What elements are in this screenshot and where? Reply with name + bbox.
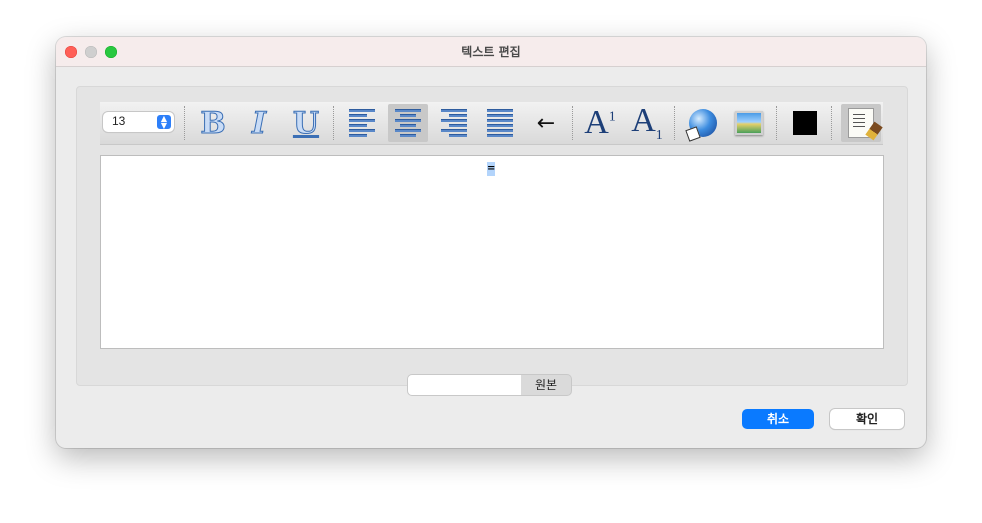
toolbar-separator [184,106,185,140]
toolbar-separator [333,106,334,140]
align-left-button[interactable] [342,104,382,142]
format-toolbar: 13 ▲ ▼ B I U ← A1 A1 [100,102,883,145]
outdent-button[interactable]: ← [526,104,566,142]
toolbar-separator [776,106,777,140]
subscript-icon: A1 [631,102,663,143]
source-mode-tab[interactable]: 원본 [521,374,572,396]
align-center-button[interactable] [388,104,428,142]
edit-text-dialog: 텍스트 편집 13 ▲ ▼ B I U ← A1 A1 = 원본 취소 확인 [56,37,926,448]
title-bar: 텍스트 편집 [56,37,926,67]
cancel-button[interactable]: 취소 [742,409,814,429]
font-size-select[interactable]: 13 ▲ ▼ [103,112,174,132]
align-right-button[interactable] [434,104,474,142]
text-color-button[interactable] [785,104,825,142]
underline-button[interactable]: U [286,104,326,142]
align-justify-icon [487,109,513,137]
toolbar-separator [831,106,832,140]
bold-icon: B [200,105,226,141]
superscript-button[interactable]: A1 [580,104,620,142]
align-justify-button[interactable] [480,104,520,142]
font-size-value: 13 [112,114,126,128]
align-left-icon [349,109,375,137]
editor-panel: 13 ▲ ▼ B I U ← A1 A1 = [76,86,908,386]
subscript-button[interactable]: A1 [627,102,667,143]
ok-button[interactable]: 확인 [830,409,904,429]
text-editor-area[interactable]: = [100,155,884,349]
rich-text-mode-tab[interactable] [407,374,523,396]
clean-format-icon [848,108,874,138]
superscript-icon: A1 [584,104,616,141]
window-title: 텍스트 편집 [461,45,521,59]
clean-format-button[interactable] [841,104,881,142]
italic-icon: I [251,105,267,141]
toolbar-separator [572,106,573,140]
link-globe-icon [689,109,717,137]
color-swatch-icon [793,111,817,135]
underline-icon: U [292,105,320,141]
align-center-icon [395,109,421,137]
insert-link-button[interactable] [683,104,723,142]
left-arrow-icon: ← [536,110,556,136]
selected-text[interactable]: = [487,162,495,176]
bold-button[interactable]: B [193,104,233,142]
image-icon [735,111,763,135]
align-right-icon [441,109,467,137]
toolbar-separator [674,106,675,140]
chevron-updown-icon: ▲ ▼ [157,115,171,130]
italic-button[interactable]: I [239,104,279,142]
insert-image-button[interactable] [729,104,769,142]
